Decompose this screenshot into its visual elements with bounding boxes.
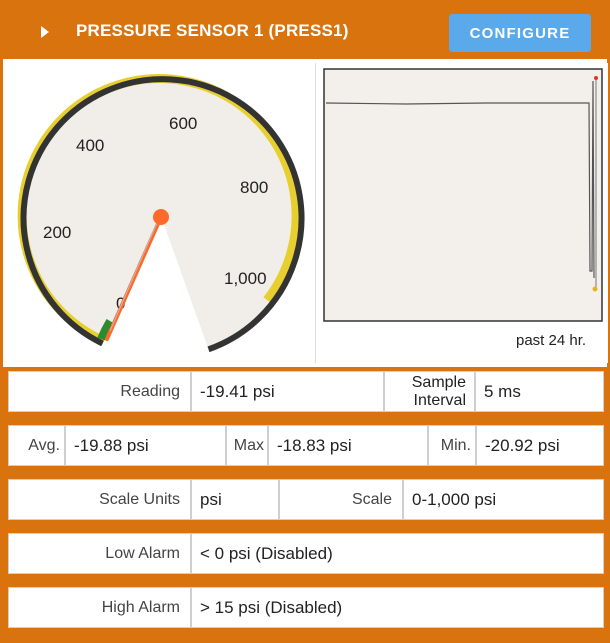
pressure-gauge: 0 200 400 600 800 1,000 — [9, 63, 307, 363]
scale-units-value: psi — [191, 479, 279, 520]
gauge-hub — [153, 209, 169, 225]
gauge-tick-label: 1,000 — [224, 269, 267, 288]
trend-caption: past 24 hr. — [516, 332, 586, 349]
max-label: Max — [226, 425, 268, 466]
configure-button[interactable]: CONFIGURE — [449, 14, 591, 52]
expand-caret-icon[interactable] — [41, 26, 49, 38]
trend-svg: past 24 hr. — [323, 68, 603, 349]
sample-interval-label: Sample Interval — [384, 371, 475, 412]
sample-interval-value: 5 ms — [475, 371, 604, 412]
scale-value: 0-1,000 psi — [403, 479, 604, 520]
trend-plot-area — [323, 68, 603, 322]
trend-high-point — [594, 76, 598, 80]
visualization-area: 0 200 400 600 800 1,000 past 24 hr. — [3, 59, 608, 367]
gauge-tick-label: 200 — [43, 223, 71, 242]
max-value: -18.83 psi — [268, 425, 428, 466]
min-label: Min. — [428, 425, 476, 466]
high-alarm-value: > 15 psi (Disabled) — [191, 587, 604, 628]
reading-row: Reading -19.41 psi Sample Interval 5 ms — [3, 367, 607, 416]
gauge-tick-label: 400 — [76, 136, 104, 155]
panel-header: PRESSURE SENSOR 1 (PRESS1) CONFIGURE — [3, 3, 607, 59]
low-alarm-row: Low Alarm < 0 psi (Disabled) — [3, 529, 607, 578]
scale-label: Scale — [279, 479, 403, 520]
min-value: -20.92 psi — [476, 425, 604, 466]
gauge-tick-label: 600 — [169, 114, 197, 133]
gauge-svg: 0 200 400 600 800 1,000 — [17, 74, 305, 353]
scale-units-label: Scale Units — [8, 479, 191, 520]
trend-low-point — [592, 286, 598, 292]
sample-label-line1: Sample — [411, 373, 466, 391]
scale-row: Scale Units psi Scale 0-1,000 psi — [3, 475, 607, 524]
low-alarm-label: Low Alarm — [8, 533, 191, 574]
avg-value: -19.88 psi — [65, 425, 226, 466]
low-alarm-value: < 0 psi (Disabled) — [191, 533, 604, 574]
high-alarm-row: High Alarm > 15 psi (Disabled) — [3, 583, 607, 632]
reading-label: Reading — [8, 371, 191, 412]
sample-label-line2: Interval — [413, 391, 466, 409]
gauge-tick-label: 800 — [240, 178, 268, 197]
pressure-sensor-panel: PRESSURE SENSOR 1 (PRESS1) CONFIGURE 0 2… — [0, 0, 610, 643]
panel-title: PRESSURE SENSOR 1 (PRESS1) — [76, 21, 349, 40]
trend-chart: past 24 hr. — [315, 63, 608, 363]
stats-row: Avg. -19.88 psi Max -18.83 psi Min. -20.… — [3, 421, 607, 470]
high-alarm-label: High Alarm — [8, 587, 191, 628]
avg-label: Avg. — [8, 425, 65, 466]
reading-value: -19.41 psi — [191, 371, 384, 412]
